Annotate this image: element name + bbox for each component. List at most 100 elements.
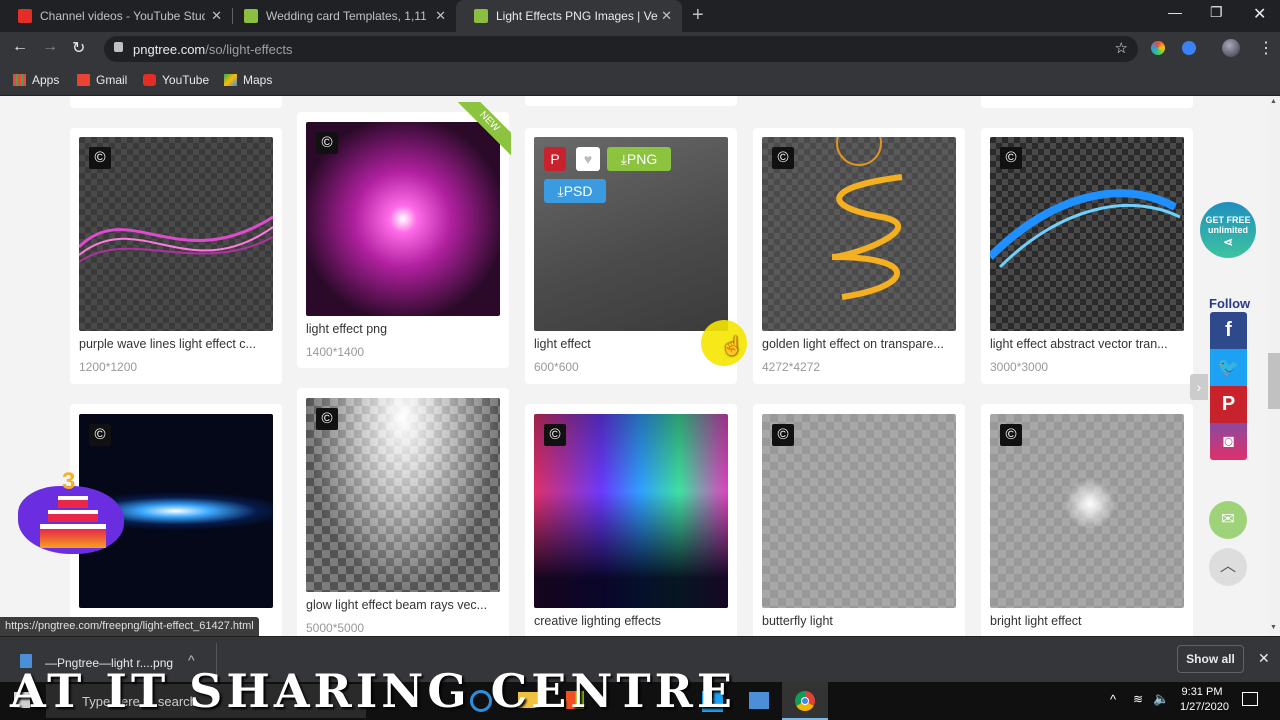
forward-icon[interactable]: → [42, 38, 58, 56]
clock[interactable]: 9:31 PM 1/27/2020 [1180, 686, 1229, 713]
page-scrollbar[interactable]: ▲ ▼ [1268, 96, 1280, 636]
pngtree-icon [474, 9, 488, 23]
windows-taskbar: Type here to search t ^ ≋ 🔈 9:31 PM 1/27/… [0, 682, 1280, 720]
result-card-hovered[interactable]: P ♥ ⤓PNG ⤓PSD light effect 600*600 ☝ [525, 128, 747, 384]
result-card[interactable]: © NEW light effect png 1400*1400 [297, 102, 511, 368]
result-title[interactable]: creative lighting effects [534, 614, 661, 628]
result-card-partial[interactable] [525, 96, 737, 106]
hand-cursor-icon: ☝ [721, 336, 744, 356]
result-card-partial[interactable] [981, 96, 1193, 108]
result-card[interactable]: © light effect abstract vector tran... 3… [981, 128, 1193, 384]
result-thumbnail[interactable]: © [990, 414, 1184, 608]
result-title[interactable]: bright light effect [990, 614, 1082, 628]
carousel-next-arrow[interactable]: › [1190, 374, 1208, 400]
result-card[interactable]: © butterfly light [753, 404, 965, 636]
scroll-down-arrow: ▼ [1270, 624, 1277, 631]
result-title[interactable]: golden light effect on transpare... [762, 337, 944, 351]
favorite-heart-button[interactable]: ♥ [576, 147, 600, 171]
tab-youtube-studio[interactable]: Channel videos - YouTube Studio ✕ [0, 0, 232, 32]
wifi-icon[interactable]: ≋ [1133, 692, 1143, 706]
result-title[interactable]: butterfly light [762, 614, 833, 628]
profile-avatar[interactable] [1222, 39, 1240, 57]
tab-title: Light Effects PNG Images | Vector [496, 9, 658, 23]
result-thumbnail[interactable]: © [990, 137, 1184, 331]
bookmark-youtube[interactable]: YouTube [143, 73, 209, 87]
result-thumbnail[interactable]: P ♥ ⤓PNG ⤓PSD [534, 137, 728, 331]
result-title[interactable]: purple wave lines light effect c... [79, 337, 256, 351]
get-free-unlimited-button[interactable]: GET FREE unlimited ⋖ [1200, 202, 1256, 258]
notifications-icon[interactable] [1242, 692, 1258, 706]
bookmark-star-icon[interactable]: ☆ [1115, 39, 1128, 57]
close-tab-icon[interactable]: ✕ [211, 8, 222, 24]
result-title[interactable]: light effect abstract vector tran... [990, 337, 1168, 351]
volume-icon[interactable]: 🔈 [1153, 691, 1169, 707]
result-thumbnail[interactable]: © [762, 414, 956, 608]
result-card[interactable]: © glow light effect beam rays vec... 500… [297, 388, 509, 636]
extension-icon[interactable] [1151, 41, 1165, 55]
menu-kebab-icon[interactable]: ⋮ [1258, 38, 1274, 58]
copyright-icon: © [1000, 424, 1022, 446]
back-to-top-button[interactable]: ︿ [1209, 548, 1247, 586]
restore-icon[interactable]: ❐ [1210, 4, 1223, 21]
minimize-icon[interactable]: — [1168, 4, 1182, 20]
download-filename[interactable]: —Pngtree—light r....png [45, 656, 173, 670]
result-title[interactable]: light effect [534, 337, 591, 351]
edge-icon[interactable] [470, 690, 492, 712]
result-size: 1200*1200 [79, 360, 138, 374]
bookmark-apps[interactable]: Apps [13, 73, 59, 87]
chevron-up-icon[interactable]: ^ [188, 652, 195, 668]
download-png-button[interactable]: ⤓PNG [607, 147, 671, 171]
new-tab-button[interactable]: + [692, 4, 704, 27]
result-size: 4272*4272 [762, 360, 821, 374]
result-thumbnail[interactable]: © [534, 414, 728, 608]
pinterest-icon[interactable]: P [1210, 386, 1247, 423]
windows-start-icon[interactable] [14, 692, 30, 708]
cake-number: 3 [62, 468, 76, 495]
facebook-icon[interactable]: f [1210, 312, 1247, 349]
search-extension-icon[interactable] [1182, 41, 1196, 55]
result-card[interactable]: © golden light effect on transpare... 42… [753, 128, 965, 384]
app-icon[interactable] [749, 692, 769, 709]
show-all-button[interactable]: Show all [1177, 645, 1244, 673]
scrollbar-thumb[interactable] [1268, 353, 1280, 409]
result-card[interactable]: © purple wave lines light effect c... 12… [70, 128, 282, 384]
instagram-icon[interactable]: ◙ [1210, 423, 1247, 460]
bookmark-maps[interactable]: Maps [224, 73, 272, 87]
taskbar-search-box[interactable]: Type here to search [46, 684, 366, 718]
pinterest-save-button[interactable]: P [544, 147, 566, 171]
tab-light-effects[interactable]: Light Effects PNG Images | Vector ✕ [456, 0, 682, 32]
back-icon[interactable]: ← [12, 38, 28, 56]
result-card[interactable]: © creative lighting effects [525, 404, 737, 636]
result-size: 600*600 [534, 360, 579, 374]
tab-wedding-card[interactable]: Wedding card Templates, 1,113 D ✕ [226, 0, 456, 32]
chrome-taskbar-button[interactable] [782, 682, 828, 720]
result-thumbnail[interactable]: © [306, 398, 500, 592]
email-icon[interactable]: ✉ [1209, 501, 1247, 539]
close-tab-icon[interactable]: ✕ [661, 8, 672, 24]
twitter-app-icon[interactable]: t [702, 691, 723, 712]
close-download-bar-icon[interactable]: ✕ [1258, 650, 1270, 667]
link-status-bar: https://pngtree.com/freepng/light-effect… [0, 617, 259, 636]
result-card-partial[interactable] [70, 96, 282, 108]
download-psd-button[interactable]: ⤓PSD [544, 179, 606, 203]
file-explorer-icon[interactable] [518, 692, 540, 708]
reload-icon[interactable]: ↻ [72, 38, 85, 58]
bookmark-gmail[interactable]: Gmail [77, 73, 127, 87]
close-tab-icon[interactable]: ✕ [435, 8, 446, 24]
result-thumbnail[interactable]: © [79, 137, 273, 331]
close-window-icon[interactable]: ✕ [1253, 4, 1266, 24]
sparkle-image [1060, 474, 1120, 534]
copyright-icon: © [772, 147, 794, 169]
youtube-icon [143, 74, 156, 86]
anniversary-promo-badge[interactable]: 3 [18, 468, 124, 558]
file-icon [20, 654, 32, 668]
store-icon[interactable] [566, 691, 584, 709]
show-hidden-icons[interactable]: ^ [1110, 692, 1116, 707]
result-card[interactable]: © bright light effect [981, 404, 1193, 636]
result-title[interactable]: glow light effect beam rays vec... [306, 598, 487, 612]
result-title[interactable]: light effect png [306, 322, 387, 336]
result-thumbnail[interactable]: © [762, 137, 956, 331]
address-bar[interactable]: pngtree.com/so/light-effects ☆ [104, 36, 1138, 62]
twitter-icon[interactable]: 🐦 [1210, 349, 1247, 386]
tab-title: Channel videos - YouTube Studio [40, 9, 205, 23]
